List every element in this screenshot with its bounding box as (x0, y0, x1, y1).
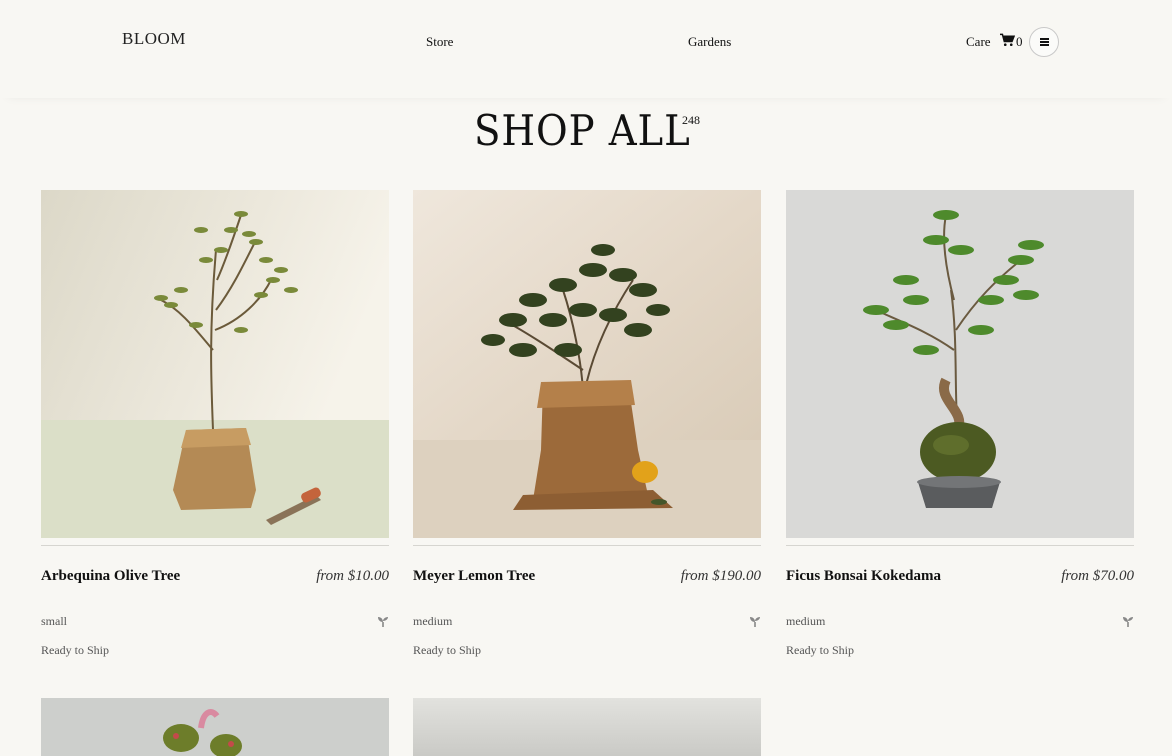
nav-gardens-link[interactable]: Gardens (688, 34, 731, 50)
cart-count: 0 (1016, 34, 1023, 49)
product-count: 248 (682, 113, 700, 127)
product-card[interactable]: Meyer Lemon Tree from $190.00 medium Rea… (413, 190, 761, 658)
product-card[interactable]: Ficus Bonsai Kokedama from $70.00 medium… (786, 190, 1134, 658)
product-size: medium (786, 614, 826, 628)
nav-care-link[interactable]: Care (966, 34, 991, 50)
product-price: from $10.00 (316, 568, 389, 584)
product-name[interactable]: Meyer Lemon Tree (413, 568, 535, 585)
divider (41, 545, 389, 546)
product-name[interactable]: Ficus Bonsai Kokedama (786, 568, 941, 585)
menu-button[interactable] (1029, 27, 1059, 57)
product-price: from $70.00 (1061, 568, 1134, 584)
product-image-partial[interactable] (41, 698, 389, 756)
product-size: small (41, 614, 67, 628)
site-header: BLOOM Store Gardens Care 0 (0, 0, 1172, 98)
hamburger-icon (1039, 38, 1049, 46)
product-card[interactable]: Arbequina Olive Tree from $10.00 small R… (41, 190, 389, 658)
product-image-lemon[interactable] (413, 190, 761, 538)
divider (413, 545, 761, 546)
cart-button[interactable]: 0 (1000, 33, 1023, 51)
product-image-olive[interactable] (41, 190, 389, 538)
product-image-partial[interactable] (413, 698, 761, 756)
product-image-ficus[interactable] (786, 190, 1134, 538)
shipping-status: Ready to Ship (786, 643, 854, 657)
shipping-status: Ready to Ship (41, 643, 109, 657)
divider (786, 545, 1134, 546)
sprout-icon (377, 616, 389, 628)
product-size: medium (413, 614, 453, 628)
brand-logo[interactable]: BLOOM (122, 29, 186, 49)
shipping-status: Ready to Ship (413, 643, 481, 657)
cart-icon (1000, 33, 1016, 51)
page-title: SHOP ALL (474, 106, 691, 155)
nav-store-link[interactable]: Store (426, 34, 453, 50)
product-price: from $190.00 (680, 568, 761, 584)
product-name[interactable]: Arbequina Olive Tree (41, 568, 180, 585)
sprout-icon (1122, 616, 1134, 628)
sprout-icon (749, 616, 761, 628)
